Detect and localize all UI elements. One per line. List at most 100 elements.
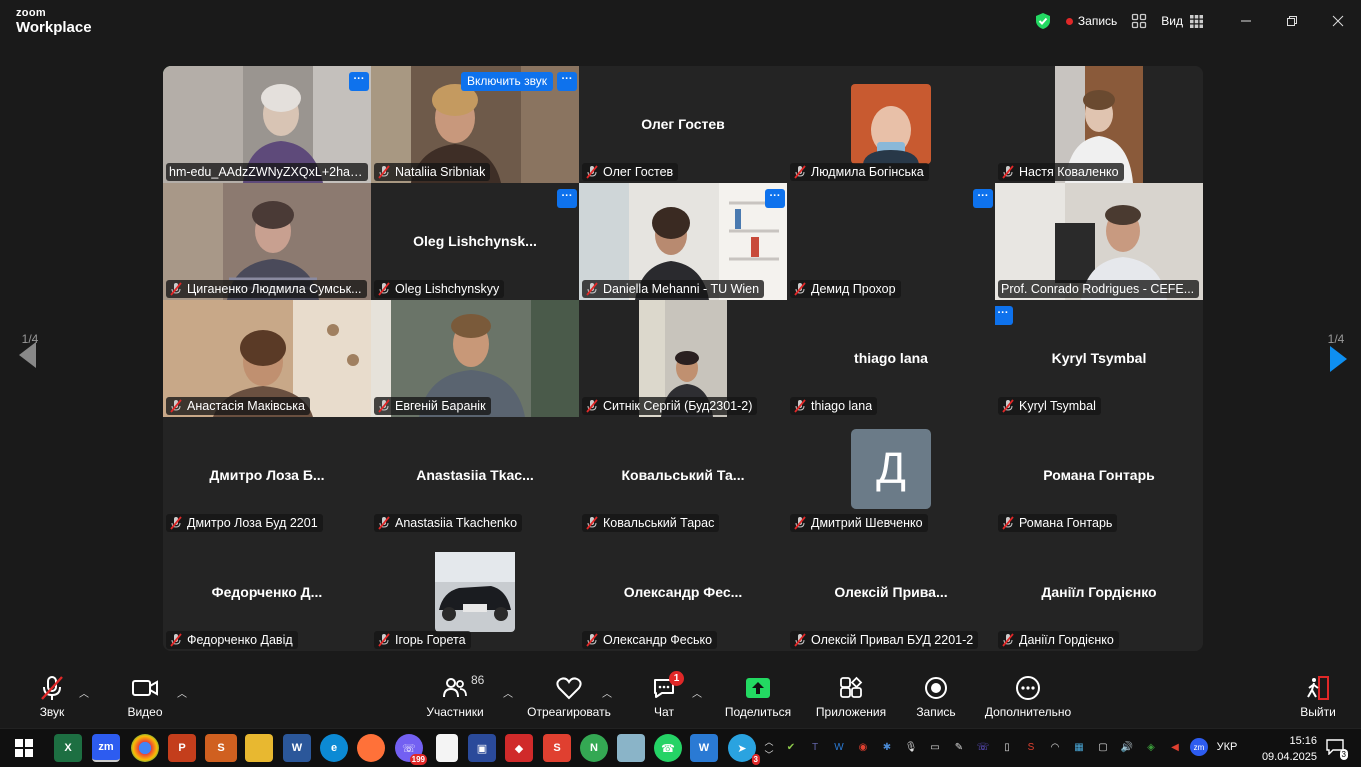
- participant-tile[interactable]: Анастасія Маківська: [163, 300, 371, 417]
- recording-indicator[interactable]: Запись: [1065, 14, 1117, 28]
- participants-icon: [443, 678, 467, 698]
- participant-tile[interactable]: Ситнік Сергій (Буд2301-2): [579, 300, 787, 417]
- participant-tile[interactable]: Даніїл Гордієнко Даніїл Гордієнко: [995, 534, 1203, 651]
- more-button[interactable]: Дополнительно: [978, 671, 1078, 719]
- word-app-icon[interactable]: W: [283, 734, 311, 762]
- unmute-request-button[interactable]: Включить звук: [460, 72, 553, 91]
- close-button[interactable]: [1315, 0, 1361, 42]
- archive-app-icon[interactable]: [617, 734, 645, 762]
- powerpoint-app-icon[interactable]: P: [168, 734, 196, 762]
- pen-tray-icon[interactable]: ✎: [950, 738, 968, 756]
- participant-tile[interactable]: thiago lana thiago lana: [787, 300, 995, 417]
- encryption-shield-icon[interactable]: [1034, 12, 1052, 30]
- participant-tile[interactable]: Д Дмитрий Шевченко: [787, 417, 995, 534]
- restore-button[interactable]: [1269, 0, 1315, 42]
- notifications-button[interactable]: 3: [1324, 738, 1348, 760]
- participant-tile[interactable]: Олександр Фес... Олександр Фесько: [579, 534, 787, 651]
- network-tray-icon[interactable]: ▦: [1070, 738, 1088, 756]
- video-options-caret[interactable]: ︿: [177, 685, 187, 700]
- minimize-button[interactable]: [1223, 0, 1269, 42]
- participant-tile[interactable]: ··· hm-edu_AAdzZWNyZXQxL+2hayf...: [163, 66, 371, 183]
- participant-tile[interactable]: ··· Oleg Lishchynsk... Oleg Lishchynskyy: [371, 183, 579, 300]
- webex-tray-icon[interactable]: W: [830, 738, 848, 756]
- phone-tray-icon[interactable]: ▯: [998, 738, 1016, 756]
- tray-overflow-button[interactable]: ︿ ﹀: [762, 731, 776, 765]
- participant-tile[interactable]: Ковальський Та... Ковальський Тарас: [579, 417, 787, 534]
- participants-button[interactable]: 86 Участники: [405, 671, 505, 719]
- telegram-app-icon[interactable]: ➤ 3: [728, 734, 760, 765]
- participant-tile[interactable]: ··· Kyryl Tsymbal Kyryl Tsymbal: [995, 300, 1203, 417]
- viber-badge: 199: [409, 754, 427, 765]
- participant-name-tag: Ігорь Горета: [374, 631, 471, 649]
- app-tray-icon[interactable]: ◉: [854, 738, 872, 756]
- mic-muted-icon: [170, 633, 182, 647]
- participant-tile[interactable]: Prof. Conrado Rodrigues - CEFE...: [995, 183, 1203, 300]
- firefox-app-icon[interactable]: [357, 734, 385, 762]
- participant-tile[interactable]: Anastasiia Tkac... Anastasiia Tkachenko: [371, 417, 579, 534]
- security-tray-icon[interactable]: ✔: [782, 738, 800, 756]
- participant-tile[interactable]: Олег Гостев Олег Гостев: [579, 66, 787, 183]
- excel-app-icon[interactable]: X: [54, 734, 82, 762]
- speaker-muted-tray-icon[interactable]: ◀: [1166, 738, 1184, 756]
- file-explorer-icon[interactable]: [245, 734, 273, 762]
- participant-tile[interactable]: ··· Демид Прохор: [787, 183, 995, 300]
- view-button[interactable]: Вид: [1161, 14, 1203, 28]
- mic-muted-icon: [586, 516, 598, 530]
- grid-apps-icon[interactable]: [1131, 13, 1147, 29]
- microphone-tray-icon[interactable]: 🎙: [902, 738, 920, 756]
- edge-app-icon[interactable]: e: [320, 734, 348, 762]
- next-page-button[interactable]: [1328, 344, 1350, 379]
- display-tray-icon[interactable]: ▭: [926, 738, 944, 756]
- record-button[interactable]: Запись: [886, 671, 986, 719]
- participant-tile[interactable]: Романа Гонтарь Романа Гонтарь: [995, 417, 1203, 534]
- save-floppy-icon[interactable]: ▣: [468, 734, 496, 762]
- participant-tile[interactable]: Федорченко Д... Федорченко Давід: [163, 534, 371, 651]
- more-options-button[interactable]: ···: [765, 189, 785, 208]
- chrome-profile-icon[interactable]: N: [580, 734, 608, 762]
- audio-options-caret[interactable]: ︿: [79, 685, 89, 700]
- shield-tray-icon[interactable]: ◈: [1142, 738, 1160, 756]
- participants-options-caret[interactable]: ︿: [503, 685, 513, 700]
- volume-tray-icon[interactable]: 🔊: [1118, 738, 1136, 756]
- chrome-app-icon[interactable]: [131, 734, 159, 762]
- participant-tile[interactable]: Олексій Прива... Олексій Привал БУД 2201…: [787, 534, 995, 651]
- participant-name-tag: Настя Коваленко: [998, 163, 1124, 181]
- battery-tray-icon[interactable]: ▢: [1094, 738, 1112, 756]
- language-indicator[interactable]: УКР: [1214, 738, 1240, 756]
- react-options-caret[interactable]: ︿: [602, 685, 612, 700]
- notepad-icon[interactable]: [436, 734, 458, 762]
- system-clock[interactable]: 15:16 09.04.2025: [1262, 733, 1317, 765]
- s-app-icon[interactable]: S: [543, 734, 571, 762]
- participant-tile[interactable]: Включить звук ··· Nataliia Sribniak: [371, 66, 579, 183]
- participant-tile[interactable]: Людмила Богінська: [787, 66, 995, 183]
- share-screen-button[interactable]: Поделиться: [708, 671, 808, 719]
- whatsapp-app-icon[interactable]: ☎: [654, 734, 682, 762]
- start-button[interactable]: [10, 734, 38, 762]
- participant-tile[interactable]: Настя Коваленко: [995, 66, 1203, 183]
- participant-tile[interactable]: Дмитро Лоза Б... Дмитро Лоза Буд 2201: [163, 417, 371, 534]
- wifi-tray-icon[interactable]: ◠: [1046, 738, 1064, 756]
- zoom-app-icon[interactable]: zm: [92, 734, 120, 762]
- participant-tile[interactable]: Циганенко Людмила Сумськ...: [163, 183, 371, 300]
- webex-app-icon[interactable]: W: [690, 734, 718, 762]
- teams-tray-icon[interactable]: T: [806, 738, 824, 756]
- participant-tile[interactable]: Евгеній Баранік: [371, 300, 579, 417]
- leave-meeting-button[interactable]: Выйти: [1268, 671, 1361, 719]
- participant-tile[interactable]: ··· Daniella Mehanni - TU Wien: [579, 183, 787, 300]
- viber-app-icon[interactable]: ☏ 199: [395, 734, 427, 765]
- more-options-button[interactable]: ···: [973, 189, 993, 208]
- sway-app-icon[interactable]: S: [205, 734, 237, 762]
- more-options-button[interactable]: ···: [349, 72, 369, 91]
- more-options-button[interactable]: ···: [995, 306, 1013, 325]
- record-icon: [925, 677, 947, 699]
- zoom-tray-icon[interactable]: zm: [1190, 738, 1208, 756]
- participant-tile[interactable]: Ігорь Горета: [371, 534, 579, 651]
- bluetooth-tray-icon[interactable]: ✱: [878, 738, 896, 756]
- participant-name-tag: Daniella Mehanni - TU Wien: [582, 280, 765, 298]
- more-options-button[interactable]: ···: [557, 72, 577, 91]
- chat-options-caret[interactable]: ︿: [692, 685, 702, 700]
- anydesk-app-icon[interactable]: ◆: [505, 734, 533, 762]
- more-options-button[interactable]: ···: [557, 189, 577, 208]
- viber-tray-icon[interactable]: ☏: [974, 738, 992, 756]
- s-tray-icon[interactable]: S: [1022, 738, 1040, 756]
